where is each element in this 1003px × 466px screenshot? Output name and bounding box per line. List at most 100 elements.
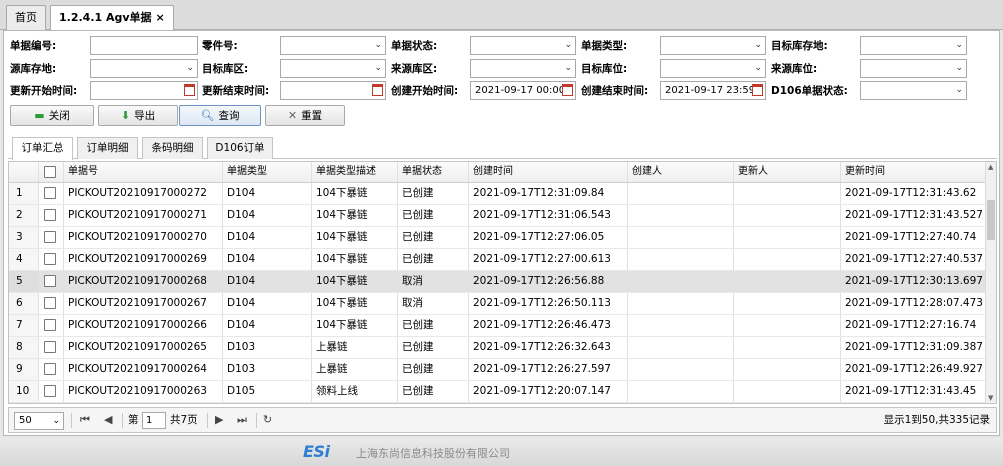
table-row[interactable]: 5 PICKOUT20210917000268 D104 104下暴链 取消 2021-0… bbox=[9, 271, 986, 293]
select-all-checkbox[interactable] bbox=[39, 162, 64, 182]
table-row[interactable]: 1 PICKOUT20210917000272 D104 104下暴链 已创建 2021-… bbox=[9, 183, 986, 205]
cell-doc-type: D104 bbox=[223, 315, 312, 336]
checkbox[interactable] bbox=[44, 187, 56, 199]
tab-agv-documents[interactable]: 1.2.4.1 Agv单据 × bbox=[50, 5, 174, 31]
cell-doc-type: D105 bbox=[223, 381, 312, 402]
cell-type-desc: 104下暴链 bbox=[312, 227, 398, 248]
calendar-icon[interactable] bbox=[184, 84, 195, 96]
query-button[interactable]: 🔍︎ 查询 bbox=[179, 105, 261, 126]
target-location-select[interactable]: ⌄ bbox=[660, 59, 766, 78]
data-grid: 单据号 单据类型 单据类型描述 单据状态 创建时间 创建人 更新人 更新时间 1… bbox=[8, 161, 997, 404]
row-checkbox[interactable] bbox=[39, 227, 64, 248]
tab-agv-label: 1.2.4.1 Agv单据 bbox=[59, 11, 152, 24]
search-icon: 🔍︎ bbox=[200, 109, 215, 122]
calendar-icon[interactable] bbox=[752, 84, 763, 96]
table-row[interactable]: 2 PICKOUT20210917000271 D104 104下暴链 已创建 2021-… bbox=[9, 205, 986, 227]
chevron-down-icon: ⌄ bbox=[564, 40, 572, 50]
row-checkbox[interactable] bbox=[39, 315, 64, 336]
export-button[interactable]: ⬇ 导出 bbox=[98, 105, 178, 126]
table-row[interactable]: 6 PICKOUT20210917000267 D104 104下暴链 取消 2021-0… bbox=[9, 293, 986, 315]
col-header-status[interactable]: 单据状态 bbox=[398, 162, 469, 182]
close-icon[interactable]: × bbox=[156, 11, 165, 24]
first-page-icon[interactable]: ⏮ bbox=[80, 412, 90, 428]
tab-d106-order[interactable]: D106订单 bbox=[207, 137, 273, 159]
checkbox[interactable] bbox=[44, 385, 56, 397]
cell-creator bbox=[628, 293, 734, 314]
cell-type-desc: 上暴链 bbox=[312, 359, 398, 380]
cell-type-desc: 104下暴链 bbox=[312, 293, 398, 314]
last-page-icon[interactable]: ⏭ bbox=[237, 412, 247, 428]
col-header-updated[interactable]: 更新时间 bbox=[841, 162, 986, 182]
cell-updater bbox=[734, 183, 841, 204]
checkbox[interactable] bbox=[44, 231, 56, 243]
cell-creator bbox=[628, 337, 734, 358]
row-checkbox[interactable] bbox=[39, 359, 64, 380]
table-row[interactable]: 10 PICKOUT20210917000263 D105 领料上线 已创建 2021-0… bbox=[9, 381, 986, 403]
chevron-down-icon: ⌄ bbox=[564, 63, 572, 73]
refresh-icon[interactable]: ↻ bbox=[263, 412, 272, 428]
doc-status-select[interactable]: ⌄ bbox=[470, 36, 576, 55]
close-button[interactable]: ▬ 关闭 bbox=[10, 105, 94, 126]
create-start-input[interactable]: 2021-09-17 00:00 bbox=[470, 81, 576, 100]
checkbox[interactable] bbox=[44, 341, 56, 353]
cell-updated: 2021-09-17T12:26:49.927 bbox=[841, 359, 986, 380]
main-panel: 单据编号: 零件号: ⌄ 单据状态: ⌄ 单据类型: ⌄ 目标库存地: ⌄ 源库… bbox=[3, 30, 1000, 436]
scroll-up-icon[interactable]: ▲ bbox=[988, 163, 993, 171]
row-checkbox[interactable] bbox=[39, 381, 64, 402]
source-storage-select[interactable]: ⌄ bbox=[90, 59, 198, 78]
checkbox[interactable] bbox=[44, 275, 56, 287]
target-area-select[interactable]: ⌄ bbox=[280, 59, 386, 78]
tab-home[interactable]: 首页 bbox=[6, 5, 46, 30]
table-row[interactable]: 4 PICKOUT20210917000269 D104 104下暴链 已创建 2021-… bbox=[9, 249, 986, 271]
checkbox[interactable] bbox=[44, 297, 56, 309]
reset-button[interactable]: ✕ 重置 bbox=[265, 105, 345, 126]
source-location-select[interactable]: ⌄ bbox=[860, 59, 967, 78]
table-row[interactable]: 7 PICKOUT20210917000266 D104 104下暴链 已创建 2021-… bbox=[9, 315, 986, 337]
row-checkbox[interactable] bbox=[39, 337, 64, 358]
checkbox[interactable] bbox=[44, 209, 56, 221]
tab-order-detail[interactable]: 订单明细 bbox=[77, 137, 138, 159]
page-number-input[interactable]: 1 bbox=[142, 412, 166, 429]
row-checkbox[interactable] bbox=[39, 271, 64, 292]
tab-order-summary[interactable]: 订单汇总 bbox=[12, 137, 73, 160]
prev-page-icon[interactable]: ◀ bbox=[104, 412, 112, 428]
col-header-doc-no[interactable]: 单据号 bbox=[64, 162, 223, 182]
chevron-down-icon: ⌄ bbox=[374, 63, 382, 73]
cell-doc-type: D104 bbox=[223, 249, 312, 270]
cell-status: 已创建 bbox=[398, 183, 469, 204]
col-header-doc-type[interactable]: 单据类型 bbox=[223, 162, 312, 182]
scroll-down-icon[interactable]: ▼ bbox=[988, 394, 993, 402]
doc-type-select[interactable]: ⌄ bbox=[660, 36, 766, 55]
checkbox[interactable] bbox=[44, 319, 56, 331]
source-area-select[interactable]: ⌄ bbox=[470, 59, 576, 78]
calendar-icon[interactable] bbox=[372, 84, 383, 96]
table-row[interactable]: 3 PICKOUT20210917000270 D104 104下暴链 已创建 2021-… bbox=[9, 227, 986, 249]
row-checkbox[interactable] bbox=[39, 293, 64, 314]
col-header-created[interactable]: 创建时间 bbox=[469, 162, 628, 182]
row-checkbox[interactable] bbox=[39, 183, 64, 204]
target-storage-select[interactable]: ⌄ bbox=[860, 36, 967, 55]
calendar-icon[interactable] bbox=[562, 84, 573, 96]
col-header-type-desc[interactable]: 单据类型描述 bbox=[312, 162, 398, 182]
row-number: 8 bbox=[9, 337, 39, 358]
scroll-thumb[interactable] bbox=[987, 200, 995, 240]
col-header-creator[interactable]: 创建人 bbox=[628, 162, 734, 182]
create-end-input[interactable]: 2021-09-17 23:59 bbox=[660, 81, 766, 100]
row-checkbox[interactable] bbox=[39, 249, 64, 270]
close-panel-icon: ▬ bbox=[34, 109, 45, 122]
doc-no-input[interactable] bbox=[90, 36, 198, 55]
checkbox[interactable] bbox=[44, 363, 56, 375]
part-no-select[interactable]: ⌄ bbox=[280, 36, 386, 55]
checkbox[interactable] bbox=[44, 253, 56, 265]
col-header-updater[interactable]: 更新人 bbox=[734, 162, 841, 182]
d106-status-select[interactable]: ⌄ bbox=[860, 81, 967, 100]
table-row[interactable]: 8 PICKOUT20210917000265 D103 上暴链 已创建 2021-09-… bbox=[9, 337, 986, 359]
page-size-select[interactable]: 50 ⌄ bbox=[14, 412, 64, 430]
vertical-scrollbar[interactable]: ▲ ▼ bbox=[985, 162, 996, 403]
update-start-input[interactable] bbox=[90, 81, 198, 100]
row-checkbox[interactable] bbox=[39, 205, 64, 226]
update-end-input[interactable] bbox=[280, 81, 386, 100]
tab-barcode-detail[interactable]: 条码明细 bbox=[142, 137, 203, 159]
next-page-icon[interactable]: ▶ bbox=[215, 412, 223, 428]
table-row[interactable]: 9 PICKOUT20210917000264 D103 上暴链 已创建 2021-09-… bbox=[9, 359, 986, 381]
